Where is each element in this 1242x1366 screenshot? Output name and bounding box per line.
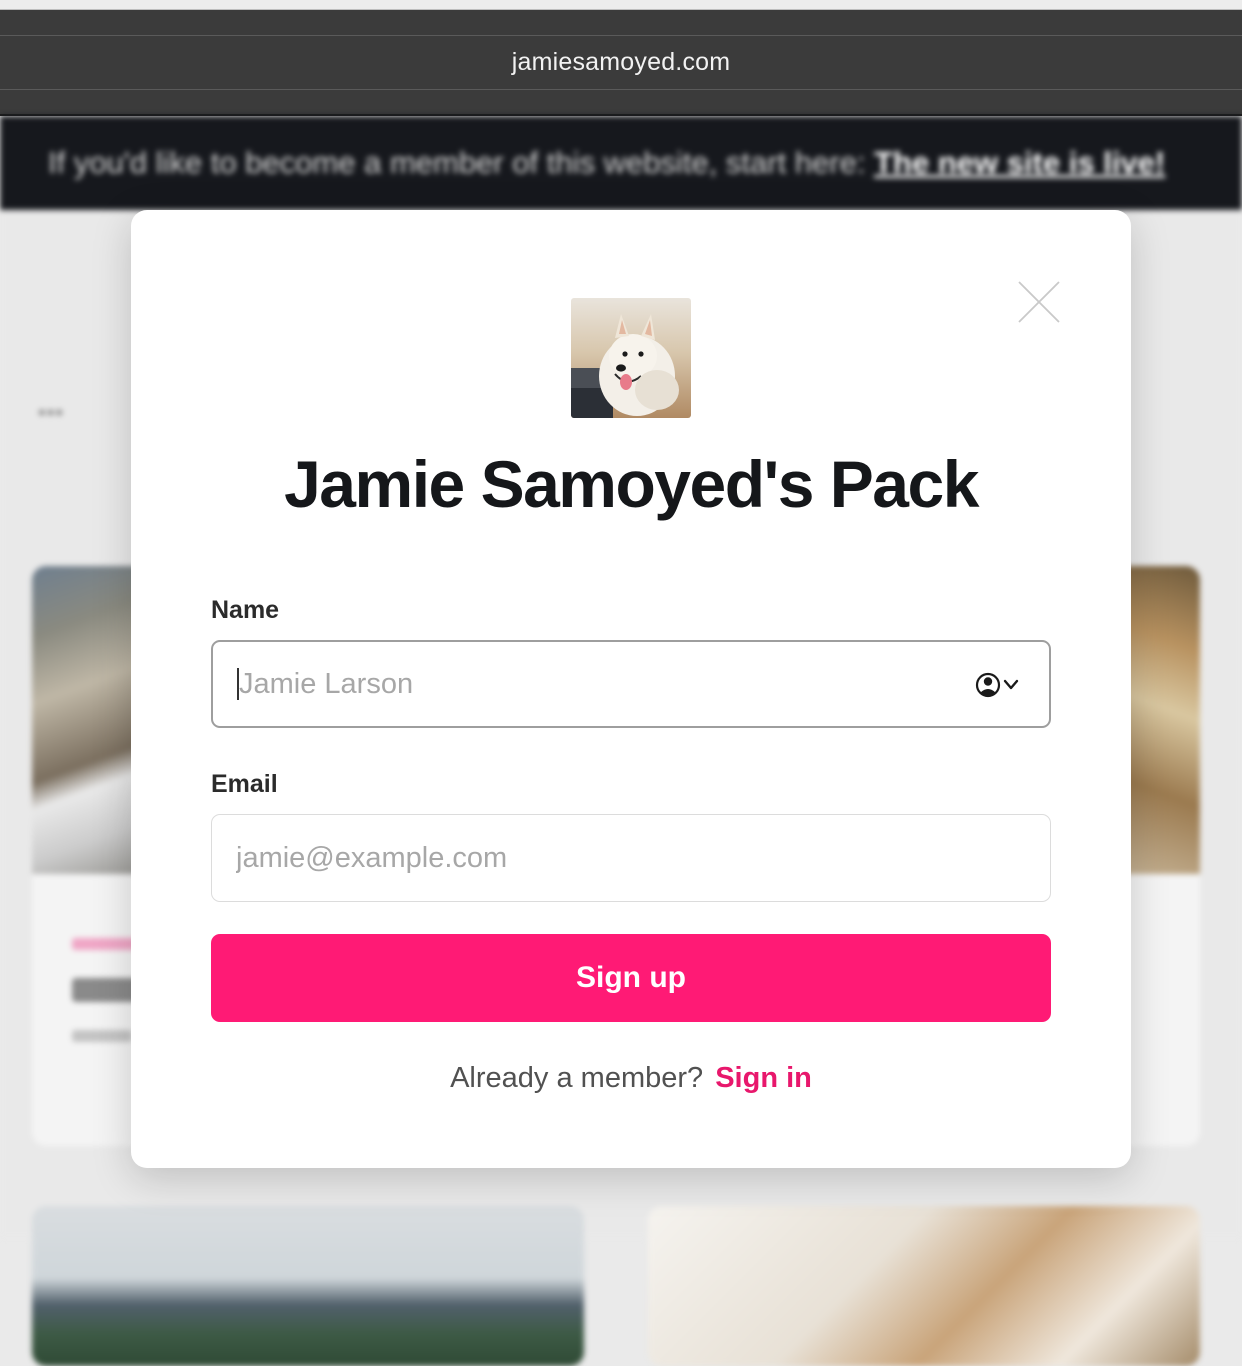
banner-link[interactable]: The new site is live! [874, 145, 1165, 180]
menu-dots-icon[interactable]: ••• [38, 400, 64, 426]
contact-autofill-button[interactable] [975, 670, 1025, 700]
site-logo [571, 298, 691, 418]
signup-button[interactable]: Sign up [211, 934, 1051, 1022]
toolbar-divider [0, 89, 1242, 90]
browser-titlebar [0, 0, 1242, 10]
address-bar-url[interactable]: jamiesamoyed.com [0, 48, 1242, 77]
post-card[interactable] [32, 1206, 584, 1366]
signin-prompt: Already a member? Sign in [131, 1062, 1131, 1095]
announcement-banner: If you'd like to become a member of this… [0, 116, 1242, 210]
toolbar-divider [0, 35, 1242, 36]
signin-link[interactable]: Sign in [715, 1062, 812, 1094]
signup-modal: Jamie Samoyed's Pack Name Email Sign up … [131, 210, 1131, 1168]
name-label: Name [211, 596, 280, 624]
name-field[interactable] [211, 640, 1051, 728]
samoyed-dog-icon [571, 298, 691, 418]
email-field[interactable] [211, 814, 1051, 902]
banner-text: If you'd like to become a member of this… [48, 145, 875, 180]
text-cursor [237, 668, 239, 700]
email-label: Email [211, 770, 278, 798]
signin-prompt-text: Already a member? [450, 1062, 704, 1094]
close-icon [1018, 281, 1060, 323]
post-card[interactable] [648, 1206, 1200, 1366]
close-button[interactable] [1017, 280, 1061, 324]
browser-toolbar: jamiesamoyed.com [0, 10, 1242, 116]
site-title: Jamie Samoyed's Pack [284, 447, 979, 521]
person-circle-icon [975, 672, 1019, 698]
post-date [72, 1030, 132, 1042]
